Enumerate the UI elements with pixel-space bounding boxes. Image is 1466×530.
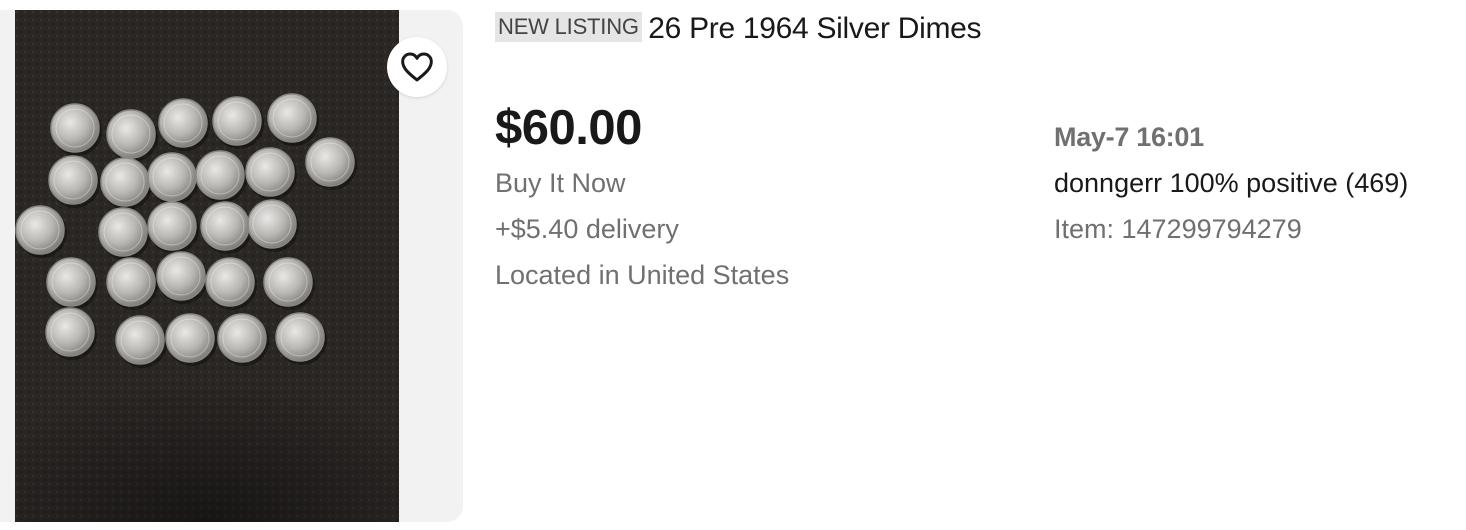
listing-title[interactable]: 26 Pre 1964 Silver Dimes — [648, 12, 981, 45]
listing-end-date: May-7 16:01 — [1054, 122, 1204, 152]
dime-coin — [100, 157, 150, 207]
dime-coin — [158, 98, 208, 148]
seller-name: donngerr — [1054, 168, 1163, 198]
listing-card[interactable]: NEW LISTING 26 Pre 1964 Silver Dimes $60… — [0, 0, 1466, 530]
dime-coin — [165, 313, 215, 363]
dime-coin — [46, 257, 96, 307]
new-listing-badge: NEW LISTING — [495, 12, 642, 42]
image-panel — [0, 10, 463, 522]
dime-coin — [45, 307, 95, 357]
dime-coin — [217, 313, 267, 363]
listing-price: $60.00 — [495, 101, 642, 155]
dime-coin — [212, 96, 262, 146]
dime-coin — [15, 205, 65, 255]
listing-title-row[interactable]: NEW LISTING 26 Pre 1964 Silver Dimes — [495, 12, 982, 46]
coins-image — [15, 10, 399, 522]
watchlist-button[interactable] — [387, 37, 447, 97]
dime-coin — [263, 257, 313, 307]
dime-coin — [245, 147, 295, 197]
seller-info: donngerr 100% positive (469) — [1054, 168, 1408, 199]
dime-coin — [106, 257, 156, 307]
dime-coin — [50, 103, 100, 153]
dime-coin — [247, 199, 297, 249]
dime-coin — [275, 312, 325, 362]
dime-coin — [48, 155, 98, 205]
heart-icon — [401, 52, 433, 82]
item-location: Located in United States — [495, 260, 790, 290]
dime-coin — [98, 207, 148, 257]
item-number: Item: 147299794279 — [1054, 214, 1302, 244]
dime-coin — [147, 152, 197, 202]
dime-coin — [205, 257, 255, 307]
dime-coin — [267, 93, 317, 143]
dime-coin — [115, 315, 165, 365]
dime-coin — [106, 109, 156, 159]
dime-coin — [147, 201, 197, 251]
shipping-cost: +$5.40 delivery — [495, 214, 679, 244]
dime-coin — [156, 251, 206, 301]
listing-photo[interactable] — [15, 10, 399, 522]
dime-coin — [200, 201, 250, 251]
dime-coin — [305, 137, 355, 187]
dime-coin — [195, 150, 245, 200]
seller-feedback: 100% positive (469) — [1169, 168, 1409, 198]
buy-format: Buy It Now — [495, 168, 626, 198]
